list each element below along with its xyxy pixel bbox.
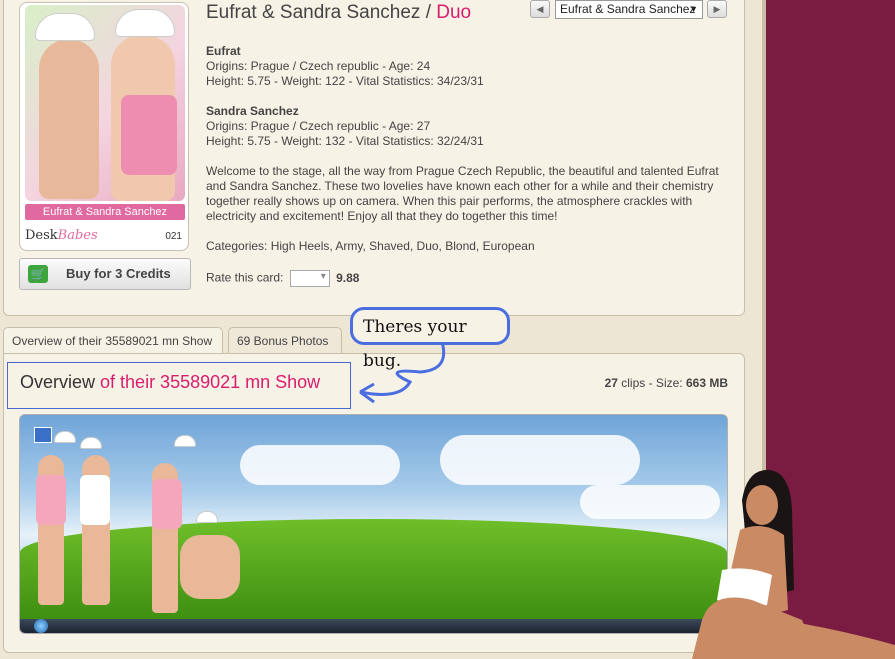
show-preview-image[interactable] <box>19 414 728 634</box>
clips-info: 27 clips - Size: 663 MB <box>604 376 728 390</box>
desktop-icon <box>34 427 52 443</box>
buy-credits-button[interactable]: 🛒 Buy for 3 Credits <box>19 258 191 290</box>
annotation-callout: Theres your bug. <box>350 307 510 371</box>
model-select[interactable]: Eufrat & Sandra Sanchez ▼ <box>555 0 703 19</box>
model2-name: Sandra Sanchez <box>206 104 299 118</box>
page-title: Eufrat & Sandra Sanchez / Duo <box>206 2 472 23</box>
model1-origins: Origins: Prague / Czech republic - Age: … <box>206 59 431 73</box>
model-info: Eufrat Origins: Prague / Czech republic … <box>206 44 736 269</box>
chevron-down-icon: ▼ <box>689 4 698 14</box>
model2-origins: Origins: Prague / Czech republic - Age: … <box>206 119 431 133</box>
card-number: 021 <box>165 231 182 242</box>
categories: Categories: High Heels, Army, Shaved, Du… <box>206 239 535 253</box>
rating-value: 9.88 <box>336 270 360 285</box>
prev-model-button[interactable]: ◀ <box>530 0 550 18</box>
model1-name: Eufrat <box>206 44 241 58</box>
cart-icon: 🛒 <box>28 265 48 283</box>
next-model-button[interactable]: ▶ <box>707 0 727 18</box>
model-card[interactable]: Eufrat & Sandra Sanchez DeskBabes 021 <box>19 2 189 251</box>
description: Welcome to the stage, all the way from P… <box>206 164 719 223</box>
tab-bonus-photos[interactable]: 69 Bonus Photos <box>228 327 342 354</box>
taskbar <box>20 619 727 633</box>
tab-overview[interactable]: Overview of their 35589021 mn Show <box>3 327 223 354</box>
model-card-photo <box>25 5 185 201</box>
desk-babes-logo: DeskBabes <box>25 228 98 243</box>
rate-select[interactable] <box>289 270 330 287</box>
card-name-label: Eufrat & Sandra Sanchez <box>25 204 185 220</box>
overlay-model-image <box>692 470 895 659</box>
model1-stats: Height: 5.75 - Weight: 122 - Vital Stati… <box>206 74 484 88</box>
annotation-highlight-box <box>7 362 351 409</box>
rate-row: Rate this card: 9.88 <box>206 270 359 287</box>
model2-stats: Height: 5.75 - Weight: 132 - Vital Stati… <box>206 134 484 148</box>
start-icon <box>34 619 48 633</box>
